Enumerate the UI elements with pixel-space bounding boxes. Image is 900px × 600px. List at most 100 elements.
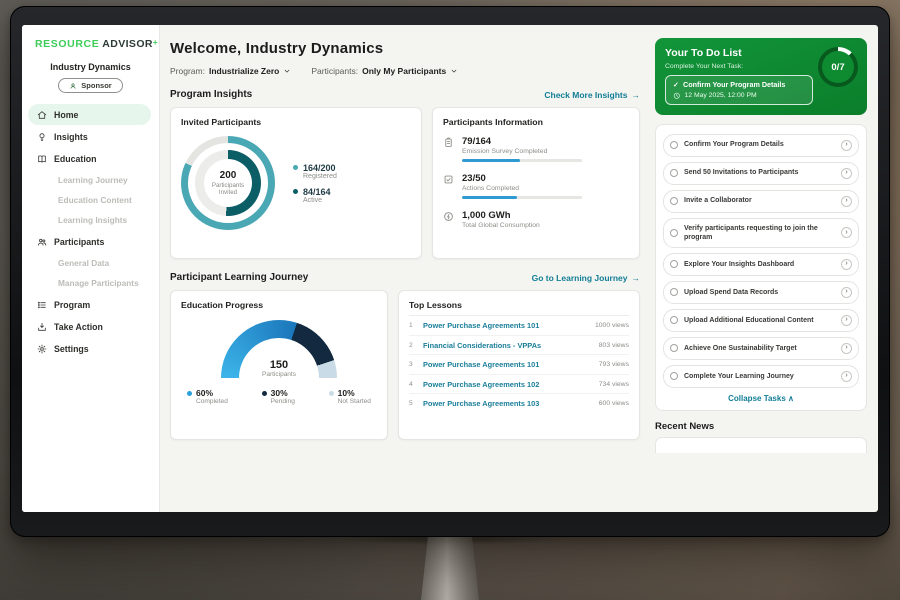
participants-filter-dropdown[interactable]: Participants: Only My Participants xyxy=(311,66,458,76)
task-open-button[interactable]: › xyxy=(841,140,852,151)
lesson-row: 2 Financial Considerations - VPPAs 803 v… xyxy=(409,336,629,356)
task-checkbox[interactable] xyxy=(670,141,678,149)
stat-emission-survey: 79/164 Emission Survey Completed xyxy=(443,136,629,162)
task-checkbox[interactable] xyxy=(670,288,678,296)
sidebar-item-education[interactable]: Education xyxy=(28,148,151,169)
task-row-confirm-program[interactable]: Confirm Your Program Details › xyxy=(663,134,859,157)
chevron-down-icon xyxy=(283,67,291,75)
org-name: Industry Dynamics xyxy=(22,62,159,72)
todo-progress-count: 0/7 xyxy=(831,62,844,73)
donut-center: 200 Participants Invited xyxy=(204,159,252,207)
task-open-button[interactable]: › xyxy=(841,196,852,207)
gear-icon xyxy=(37,344,47,354)
dashboard-screen: RESOURCE ADVISOR+ Industry Dynamics Spon… xyxy=(22,25,878,512)
sidebar-item-label: Program xyxy=(54,300,90,310)
sidebar-item-label: Insights xyxy=(54,132,88,142)
people-icon xyxy=(37,237,47,247)
task-checkbox[interactable] xyxy=(670,316,678,324)
lesson-row: 4 Power Purchase Agreements 102 734 view… xyxy=(409,375,629,395)
sidebar-item-general-data[interactable]: General Data xyxy=(28,253,151,273)
gauge-legend: 60% Completed 30% Pending 10% Not Starte… xyxy=(181,388,377,405)
task-label: Complete Your Learning Journey xyxy=(684,372,835,381)
lesson-rank: 4 xyxy=(409,381,417,388)
sidebar-item-label: Learning Journey xyxy=(58,175,128,185)
task-row-invite-collaborator[interactable]: Invite a Collaborator › xyxy=(663,190,859,213)
invited-count-label: Participants Invited xyxy=(208,182,248,196)
task-checkbox[interactable] xyxy=(670,197,678,205)
sidebar-item-label: Take Action xyxy=(54,322,103,332)
task-row-achieve-target[interactable]: Achieve One Sustainability Target › xyxy=(663,337,859,360)
lesson-link[interactable]: Power Purchase Agreements 101 xyxy=(423,321,589,330)
sidebar-item-label: Education xyxy=(54,154,97,164)
progress-fill xyxy=(462,159,520,162)
sidebar-item-participants[interactable]: Participants xyxy=(28,231,151,252)
task-open-button[interactable]: › xyxy=(841,227,852,238)
task-checkbox[interactable] xyxy=(670,260,678,268)
sidebar-item-take-action[interactable]: Take Action xyxy=(28,316,151,337)
next-task-due: 12 May 2025, 12:00 PM xyxy=(685,92,757,99)
sidebar-item-learning-insights[interactable]: Learning Insights xyxy=(28,210,151,230)
brand-advisor: ADVISOR xyxy=(102,38,153,50)
lesson-link[interactable]: Power Purchase Agreements 102 xyxy=(423,380,593,389)
collapse-tasks-link[interactable]: Collapse Tasks ∧ xyxy=(662,394,860,403)
chevron-up-icon: ∧ xyxy=(788,394,794,403)
task-checkbox[interactable] xyxy=(670,372,678,380)
next-task-label: Confirm Your Program Details xyxy=(683,80,785,89)
task-row-complete-learning-journey[interactable]: Complete Your Learning Journey › xyxy=(663,365,859,388)
legend-item-active: 84/164 Active xyxy=(293,187,337,204)
sidebar-item-manage-participants[interactable]: Manage Participants xyxy=(28,273,151,293)
task-checkbox[interactable] xyxy=(670,169,678,177)
lightbulb-icon xyxy=(37,132,47,142)
task-label: Explore Your Insights Dashboard xyxy=(684,260,835,269)
task-open-button[interactable]: › xyxy=(841,343,852,354)
invited-participants-card: Invited Participants 200 Participants In… xyxy=(170,107,422,259)
stat-value: 1,000 GWh xyxy=(462,210,540,221)
recent-news-title: Recent News xyxy=(655,421,867,432)
program-filter-value: Industrialize Zero xyxy=(209,66,279,76)
sidebar-item-program[interactable]: Program xyxy=(28,294,151,315)
program-filter-dropdown[interactable]: Program: Industrialize Zero xyxy=(170,66,291,76)
sidebar-item-learning-journey[interactable]: Learning Journey xyxy=(28,170,151,190)
task-row-upload-spend-data[interactable]: Upload Spend Data Records › xyxy=(663,281,859,304)
task-row-upload-educational-content[interactable]: Upload Additional Educational Content › xyxy=(663,309,859,332)
brand-plus: + xyxy=(153,38,158,47)
education-progress-gauge: 150 Participants xyxy=(221,320,337,378)
invited-participants-donut: 200 Participants Invited xyxy=(181,136,275,230)
task-row-send-invitations[interactable]: Send 50 Invitations to Participants › xyxy=(663,162,859,185)
task-checkbox[interactable] xyxy=(670,229,678,237)
check-icon: ✓ xyxy=(673,80,679,89)
legend-label: Active xyxy=(303,197,337,204)
legend-label: Completed xyxy=(196,398,228,405)
lesson-row: 3 Power Purchase Agreements 101 793 view… xyxy=(409,355,629,375)
lesson-link[interactable]: Power Purchase Agreements 101 xyxy=(423,360,593,369)
stat-label: Emission Survey Completed xyxy=(462,148,582,155)
sidebar-item-settings[interactable]: Settings xyxy=(28,338,151,359)
clipboard-icon xyxy=(443,137,454,148)
sponsor-badge-label: Sponsor xyxy=(81,81,111,90)
sidebar-item-label: Manage Participants xyxy=(58,278,139,288)
sidebar-item-label: General Data xyxy=(58,258,109,268)
task-label: Invite a Collaborator xyxy=(684,196,835,205)
go-to-learning-journey-link[interactable]: Go to Learning Journey → xyxy=(532,273,640,283)
stat-global-consumption: 1,000 GWh Total Global Consumption xyxy=(443,210,629,229)
task-open-button[interactable]: › xyxy=(841,371,852,382)
sidebar-item-insights[interactable]: Insights xyxy=(28,126,151,147)
task-open-button[interactable]: › xyxy=(841,259,852,270)
lesson-link[interactable]: Financial Considerations - VPPAs xyxy=(423,341,593,350)
task-open-button[interactable]: › xyxy=(841,287,852,298)
lesson-rank: 2 xyxy=(409,342,417,349)
task-checkbox[interactable] xyxy=(670,344,678,352)
stat-actions-completed: 23/50 Actions Completed xyxy=(443,173,629,199)
next-task-box[interactable]: ✓ Confirm Your Program Details 12 May 20… xyxy=(665,75,813,105)
card-title: Participants Information xyxy=(443,117,629,127)
arrow-right-icon: → xyxy=(632,90,641,100)
check-more-insights-link[interactable]: Check More Insights → xyxy=(544,90,640,100)
task-open-button[interactable]: › xyxy=(841,168,852,179)
sidebar-item-label: Participants xyxy=(54,237,104,247)
sidebar-item-home[interactable]: Home xyxy=(28,104,151,125)
task-row-verify-participants[interactable]: Verify participants requesting to join t… xyxy=(663,218,859,248)
lesson-link[interactable]: Power Purchase Agreements 103 xyxy=(423,399,593,408)
task-row-explore-insights[interactable]: Explore Your Insights Dashboard › xyxy=(663,253,859,276)
sidebar-item-education-content[interactable]: Education Content xyxy=(28,190,151,210)
task-open-button[interactable]: › xyxy=(841,315,852,326)
